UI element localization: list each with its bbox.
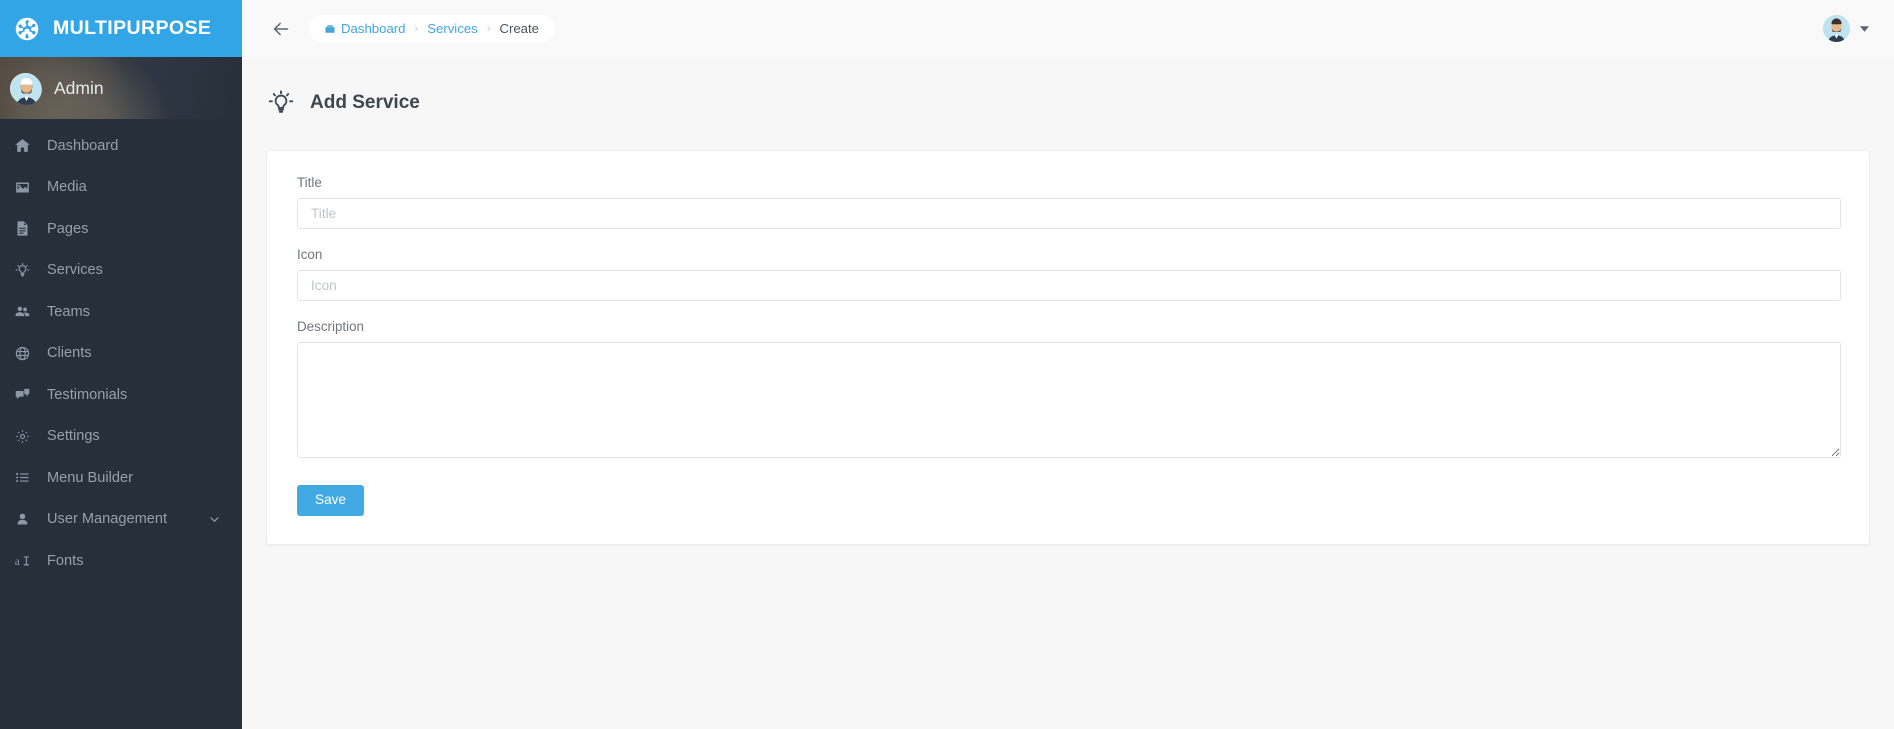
users-icon xyxy=(13,302,32,321)
sidebar-item-label: Media xyxy=(47,179,87,196)
sidebar-item-label: Testimonials xyxy=(47,386,128,403)
form-group-icon: Icon xyxy=(297,247,1841,302)
sidebar-item-label: Settings xyxy=(47,428,100,445)
icon-label: Icon xyxy=(297,247,323,263)
page-header: Add Service xyxy=(242,57,1894,150)
home-icon xyxy=(13,136,32,155)
comments-icon xyxy=(13,385,32,404)
avatar xyxy=(10,72,42,105)
profile-name: Admin xyxy=(54,77,104,98)
sidebar-item-label: Services xyxy=(47,262,103,279)
sidebar-item-label: Menu Builder xyxy=(47,469,133,486)
brand-name: MULTIPURPOSE xyxy=(53,17,212,39)
sidebar-item-label: Fonts xyxy=(47,552,84,569)
form-group-description: Description xyxy=(297,319,1841,463)
breadcrumb: Dashboard › Services › Create xyxy=(308,15,556,42)
user-icon xyxy=(13,510,32,529)
breadcrumb-item-dashboard[interactable]: Dashboard xyxy=(324,21,406,36)
sidebar: MULTIPURPOSE Admin Dashboard Media Pages… xyxy=(0,0,242,729)
app-root: MULTIPURPOSE Admin Dashboard Media Pages… xyxy=(0,0,1894,729)
gear-icon xyxy=(13,427,32,446)
sidebar-item-menu-builder[interactable]: Menu Builder xyxy=(0,457,242,499)
svg-text:a: a xyxy=(15,556,20,568)
sidebar-item-clients[interactable]: Clients xyxy=(0,333,242,375)
avatar xyxy=(1823,15,1850,42)
sidebar-profile[interactable]: Admin xyxy=(0,57,242,119)
sidebar-nav: Dashboard Media Pages Services Teams Cli… xyxy=(0,119,242,582)
form-actions: Save xyxy=(297,485,1841,517)
caret-down-icon xyxy=(1859,23,1870,34)
sidebar-item-label: Clients xyxy=(47,345,92,362)
title-label: Title xyxy=(297,175,322,191)
dashboard-icon xyxy=(324,23,336,35)
sidebar-item-dashboard[interactable]: Dashboard xyxy=(0,125,242,167)
arrow-left-icon[interactable] xyxy=(266,14,296,44)
globe-icon xyxy=(13,344,32,363)
sidebar-item-label: Teams xyxy=(47,303,90,320)
file-text-icon xyxy=(13,219,32,238)
user-menu[interactable] xyxy=(1823,15,1876,42)
sidebar-item-services[interactable]: Services xyxy=(0,250,242,292)
breadcrumb-item-create: Create xyxy=(499,21,540,36)
list-icon xyxy=(13,468,32,487)
description-label: Description xyxy=(297,319,364,335)
description-textarea[interactable] xyxy=(297,342,1841,459)
breadcrumb-separator: › xyxy=(486,22,491,35)
breadcrumb-item-services[interactable]: Services xyxy=(427,21,478,36)
sidebar-item-teams[interactable]: Teams xyxy=(0,291,242,333)
font-icon: a xyxy=(13,551,32,570)
sidebar-item-user-management[interactable]: User Management xyxy=(0,499,242,541)
sidebar-item-label: Pages xyxy=(47,220,89,237)
sidebar-item-fonts[interactable]: a Fonts xyxy=(0,540,242,582)
breadcrumb-label: Services xyxy=(427,21,478,36)
sidebar-item-media[interactable]: Media xyxy=(0,167,242,209)
main-content: Dashboard › Services › Create Add Servic… xyxy=(242,0,1894,729)
form-card: Title Icon Description Save xyxy=(266,150,1870,546)
sidebar-item-settings[interactable]: Settings xyxy=(0,416,242,458)
icon-input[interactable] xyxy=(297,270,1841,302)
ship-wheel-icon xyxy=(14,16,40,42)
lightbulb-icon xyxy=(13,261,32,280)
sidebar-item-pages[interactable]: Pages xyxy=(0,208,242,250)
sidebar-item-label: Dashboard xyxy=(47,137,119,154)
top-bar: Dashboard › Services › Create xyxy=(242,0,1894,57)
brand-logo-bar[interactable]: MULTIPURPOSE xyxy=(0,0,242,57)
breadcrumb-separator: › xyxy=(414,22,419,35)
title-input[interactable] xyxy=(297,198,1841,230)
save-button[interactable]: Save xyxy=(297,485,364,517)
chevron-down-icon xyxy=(209,514,220,525)
lightbulb-icon xyxy=(266,88,296,118)
form-group-title: Title xyxy=(297,175,1841,230)
breadcrumb-label: Dashboard xyxy=(341,21,406,36)
sidebar-item-testimonials[interactable]: Testimonials xyxy=(0,374,242,416)
image-icon xyxy=(13,178,32,197)
page-title: Add Service xyxy=(310,91,420,113)
sidebar-item-label: User Management xyxy=(47,511,168,528)
